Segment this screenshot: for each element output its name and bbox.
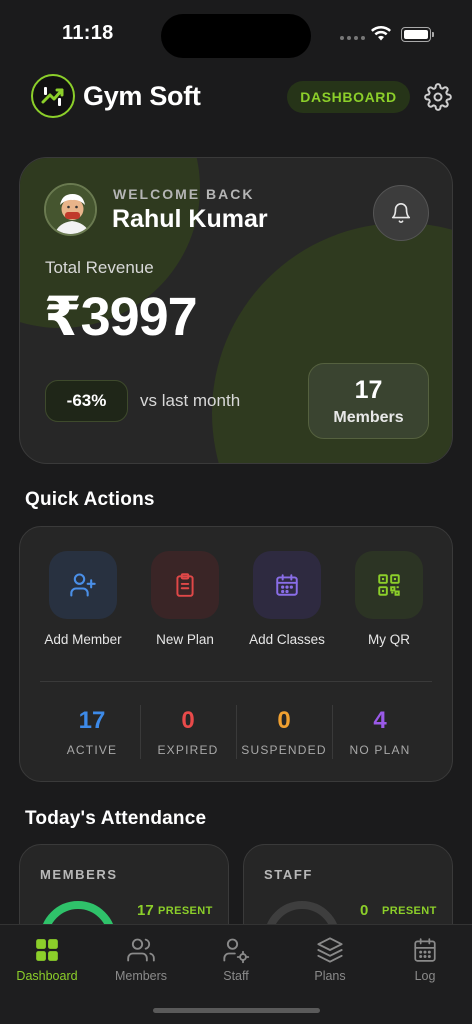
stat-no-plan[interactable]: 4 NO PLAN — [332, 707, 428, 757]
wifi-icon — [371, 26, 391, 41]
staff-present-count: 0 — [360, 902, 369, 919]
members-attendance-title: MEMBERS — [40, 867, 118, 882]
revenue-value: ₹3997 — [44, 287, 198, 347]
quick-actions-card: Add Member New Plan Add Classes My QR 17… — [19, 526, 453, 782]
stat-suspended-value: 0 — [277, 707, 291, 734]
stat-no-plan-label: NO PLAN — [349, 743, 411, 757]
dynamic-island — [161, 14, 311, 58]
app-logo — [31, 74, 75, 118]
stat-active-label: ACTIVE — [66, 743, 118, 757]
tab-log-label: Log — [414, 969, 436, 983]
status-time: 11:18 — [62, 22, 114, 44]
clipboard-icon — [176, 573, 194, 597]
avatar[interactable] — [44, 183, 97, 236]
dashboard-badge[interactable]: DASHBOARD — [287, 81, 410, 113]
add-member-button[interactable]: Add Member — [33, 551, 133, 647]
calendar-icon — [414, 938, 436, 962]
cellular-signal-icon — [340, 36, 365, 40]
tab-log[interactable]: Log — [378, 935, 472, 983]
users-icon — [127, 938, 155, 962]
tab-plans-label: Plans — [314, 969, 346, 983]
home-indicator[interactable] — [153, 1008, 320, 1013]
notifications-button[interactable] — [373, 185, 429, 241]
divider — [40, 681, 432, 682]
status-bar: 11:18 — [0, 0, 472, 60]
battery-icon — [401, 27, 431, 42]
add-classes-label: Add Classes — [249, 632, 325, 647]
members-count: 17 — [354, 376, 383, 404]
welcome-text: WELCOME BACK — [113, 186, 255, 202]
tab-staff-label: Staff — [223, 969, 249, 983]
tab-plans[interactable]: Plans — [283, 935, 377, 983]
tab-dashboard-label: Dashboard — [16, 969, 78, 983]
my-qr-label: My QR — [368, 632, 410, 647]
members-summary[interactable]: 17 Members — [308, 363, 429, 439]
new-plan-button[interactable]: New Plan — [135, 551, 235, 647]
stat-expired[interactable]: 0 EXPIRED — [140, 707, 236, 757]
stat-active[interactable]: 17 ACTIVE — [44, 707, 140, 757]
my-qr-icon-tile — [355, 551, 423, 619]
new-plan-icon-tile — [151, 551, 219, 619]
app-title: Gym Soft — [83, 81, 201, 111]
quick-actions-title: Quick Actions — [25, 489, 155, 510]
members-label: Members — [333, 409, 404, 426]
my-qr-button[interactable]: My QR — [339, 551, 439, 647]
new-plan-label: New Plan — [156, 632, 214, 647]
stat-expired-label: EXPIRED — [157, 743, 219, 757]
grid-icon — [36, 939, 58, 961]
stat-active-value: 17 — [78, 707, 106, 734]
add-member-icon-tile — [49, 551, 117, 619]
stat-no-plan-value: 4 — [373, 707, 387, 734]
members-present-count: 17 — [137, 902, 154, 919]
app-header: Gym Soft DASHBOARD — [0, 74, 472, 120]
qr-code-icon — [378, 574, 400, 596]
revenue-label: Total Revenue — [45, 258, 154, 277]
change-caption: vs last month — [140, 391, 241, 410]
attendance-title: Today's Attendance — [25, 808, 207, 829]
add-user-icon — [70, 573, 96, 597]
tab-staff[interactable]: Staff — [189, 935, 283, 983]
stat-expired-value: 0 — [181, 707, 195, 734]
tab-dashboard[interactable]: Dashboard — [0, 935, 94, 983]
revenue-change-badge: -63% — [45, 380, 128, 422]
battery-nub — [432, 32, 434, 37]
stat-suspended-label: SUSPENDED — [241, 743, 327, 757]
calendar-icon — [276, 574, 298, 596]
bell-icon — [391, 203, 411, 223]
revenue-card: WELCOME BACK Rahul Kumar Total Revenue ₹… — [19, 157, 453, 464]
staff-present-label: PRESENT — [382, 905, 437, 917]
staff-gear-icon — [223, 938, 250, 964]
tab-members-label: Members — [114, 969, 168, 983]
add-classes-button[interactable]: Add Classes — [237, 551, 337, 647]
stat-suspended[interactable]: 0 SUSPENDED — [236, 707, 332, 757]
add-member-label: Add Member — [44, 632, 122, 647]
layers-icon — [317, 937, 343, 963]
dumbbell-logo-icon — [41, 87, 64, 106]
settings-gear-icon[interactable] — [424, 83, 452, 111]
user-name: Rahul Kumar — [112, 205, 268, 233]
staff-attendance-title: STAFF — [264, 867, 313, 882]
members-present-label: PRESENT — [158, 905, 213, 917]
tab-members[interactable]: Members — [94, 935, 188, 983]
add-classes-icon-tile — [253, 551, 321, 619]
